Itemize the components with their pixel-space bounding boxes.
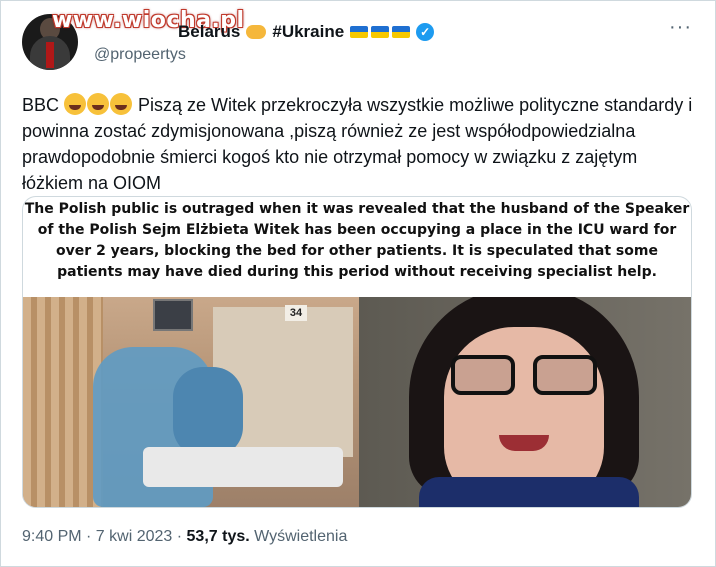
tweet-text: BBC Piszą ze Witek przekroczyła wszystki… bbox=[22, 92, 694, 196]
ukraine-flag-emoji bbox=[371, 26, 390, 38]
display-name-tag: #Ukraine bbox=[272, 22, 345, 41]
laughing-emoji bbox=[87, 93, 110, 115]
verified-badge-icon: ✓ bbox=[416, 23, 435, 41]
room-number: 34 bbox=[285, 305, 307, 321]
avatar-tie bbox=[46, 42, 54, 68]
user-handle[interactable]: @propeertys bbox=[94, 46, 186, 64]
laughing-emoji bbox=[64, 93, 87, 115]
display-name[interactable]: Belarus #Ukraine ✓ bbox=[178, 22, 435, 42]
tweet-media[interactable]: The Polish public is outraged when it wa… bbox=[22, 196, 692, 508]
hospital-bed bbox=[143, 447, 343, 487]
laughing-emoji bbox=[110, 93, 133, 115]
tweet-meta: 9:40 PM · 7 kwi 2023 · 53,7 tys. Wyświet… bbox=[22, 528, 347, 546]
views-count: 53,7 tys. bbox=[186, 528, 250, 545]
portrait-collar bbox=[419, 477, 639, 507]
views-label: Wyświetlenia bbox=[254, 528, 348, 545]
monitor bbox=[153, 299, 193, 331]
media-caption: The Polish public is outraged when it wa… bbox=[24, 201, 690, 280]
more-options-button[interactable]: ··· bbox=[669, 16, 692, 39]
curtain bbox=[23, 297, 103, 507]
ukraine-flag-emoji bbox=[392, 26, 411, 38]
portrait-photo bbox=[359, 297, 691, 507]
medical-worker bbox=[173, 367, 243, 457]
ukraine-flag-emoji bbox=[350, 26, 369, 38]
tweet-text-prefix: BBC bbox=[22, 95, 60, 115]
portrait-glasses bbox=[451, 355, 597, 395]
timestamp[interactable]: 9:40 PM · 7 kwi 2023 · bbox=[22, 528, 182, 545]
display-name-prefix: Belarus bbox=[178, 22, 241, 41]
icu-photo: 34 bbox=[23, 297, 359, 507]
handshake-emoji bbox=[246, 25, 267, 39]
